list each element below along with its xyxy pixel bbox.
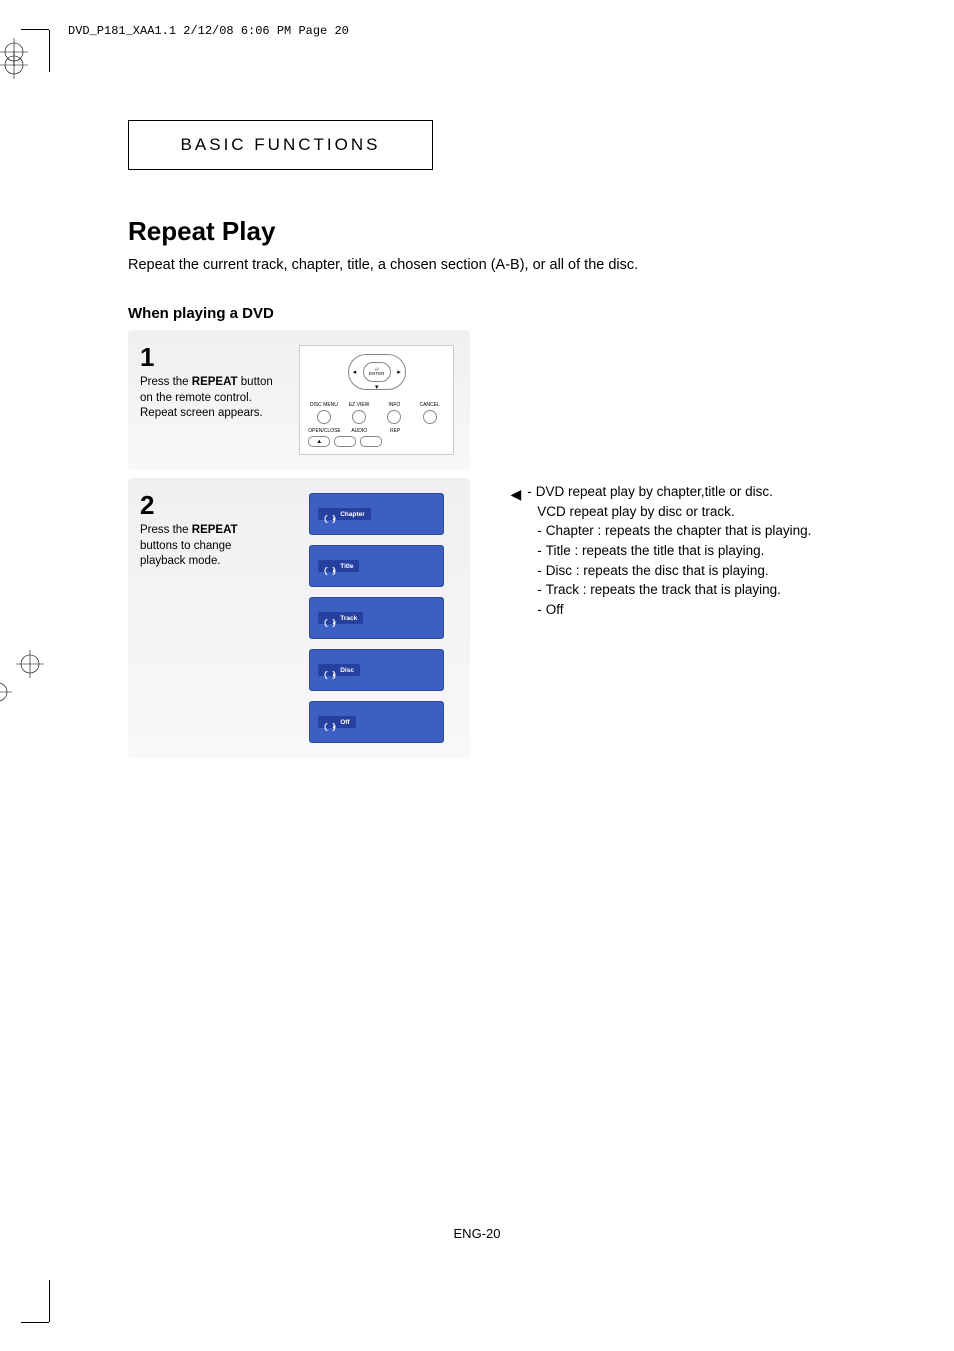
- page-number: ENG-20: [454, 1226, 501, 1241]
- osd-title: Title: [309, 545, 444, 587]
- repeat-icon: [324, 666, 336, 674]
- crop-mark: [21, 1280, 49, 1322]
- registration-mark: [0, 38, 954, 66]
- osd-off: Off: [309, 701, 444, 743]
- pointer-icon: ◀: [510, 484, 521, 619]
- repeat-icon: [324, 562, 336, 570]
- repeat-icon: [324, 510, 336, 518]
- repeat-icon: [324, 718, 336, 726]
- step-description: Press the REPEAT buttons to change playb…: [140, 523, 273, 570]
- section-tab: BASIC FUNCTIONS: [128, 120, 433, 170]
- osd-track: Track: [309, 597, 444, 639]
- step-panel-2: 2 Press the REPEAT buttons to change pla…: [128, 478, 470, 758]
- osd-disc: Disc: [309, 649, 444, 691]
- step-number: 1: [140, 342, 273, 373]
- tab-label: BASIC FUNCTIONS: [181, 135, 381, 154]
- step-description: Press the REPEAT button on the remote co…: [140, 375, 273, 422]
- print-header: DVD_P181_XAA1.1 2/12/08 6:06 PM Page 20: [68, 24, 349, 38]
- section-label: When playing a DVD: [128, 305, 848, 322]
- page-subtitle: Repeat the current track, chapter, title…: [128, 255, 848, 275]
- step-number: 2: [140, 490, 273, 521]
- page-title: Repeat Play: [128, 216, 848, 247]
- remote-control-graphic: ◂ ⏎ ENTER ▸ ▾ DISC MENU EZ VIEW: [299, 345, 454, 455]
- step-panel-1: 1 Press the REPEAT button on the remote …: [128, 330, 470, 470]
- osd-chapter: Chapter: [309, 493, 444, 535]
- info-block: ◀ -DVD repeat play by chapter,title or d…: [510, 482, 848, 619]
- repeat-icon: [324, 614, 336, 622]
